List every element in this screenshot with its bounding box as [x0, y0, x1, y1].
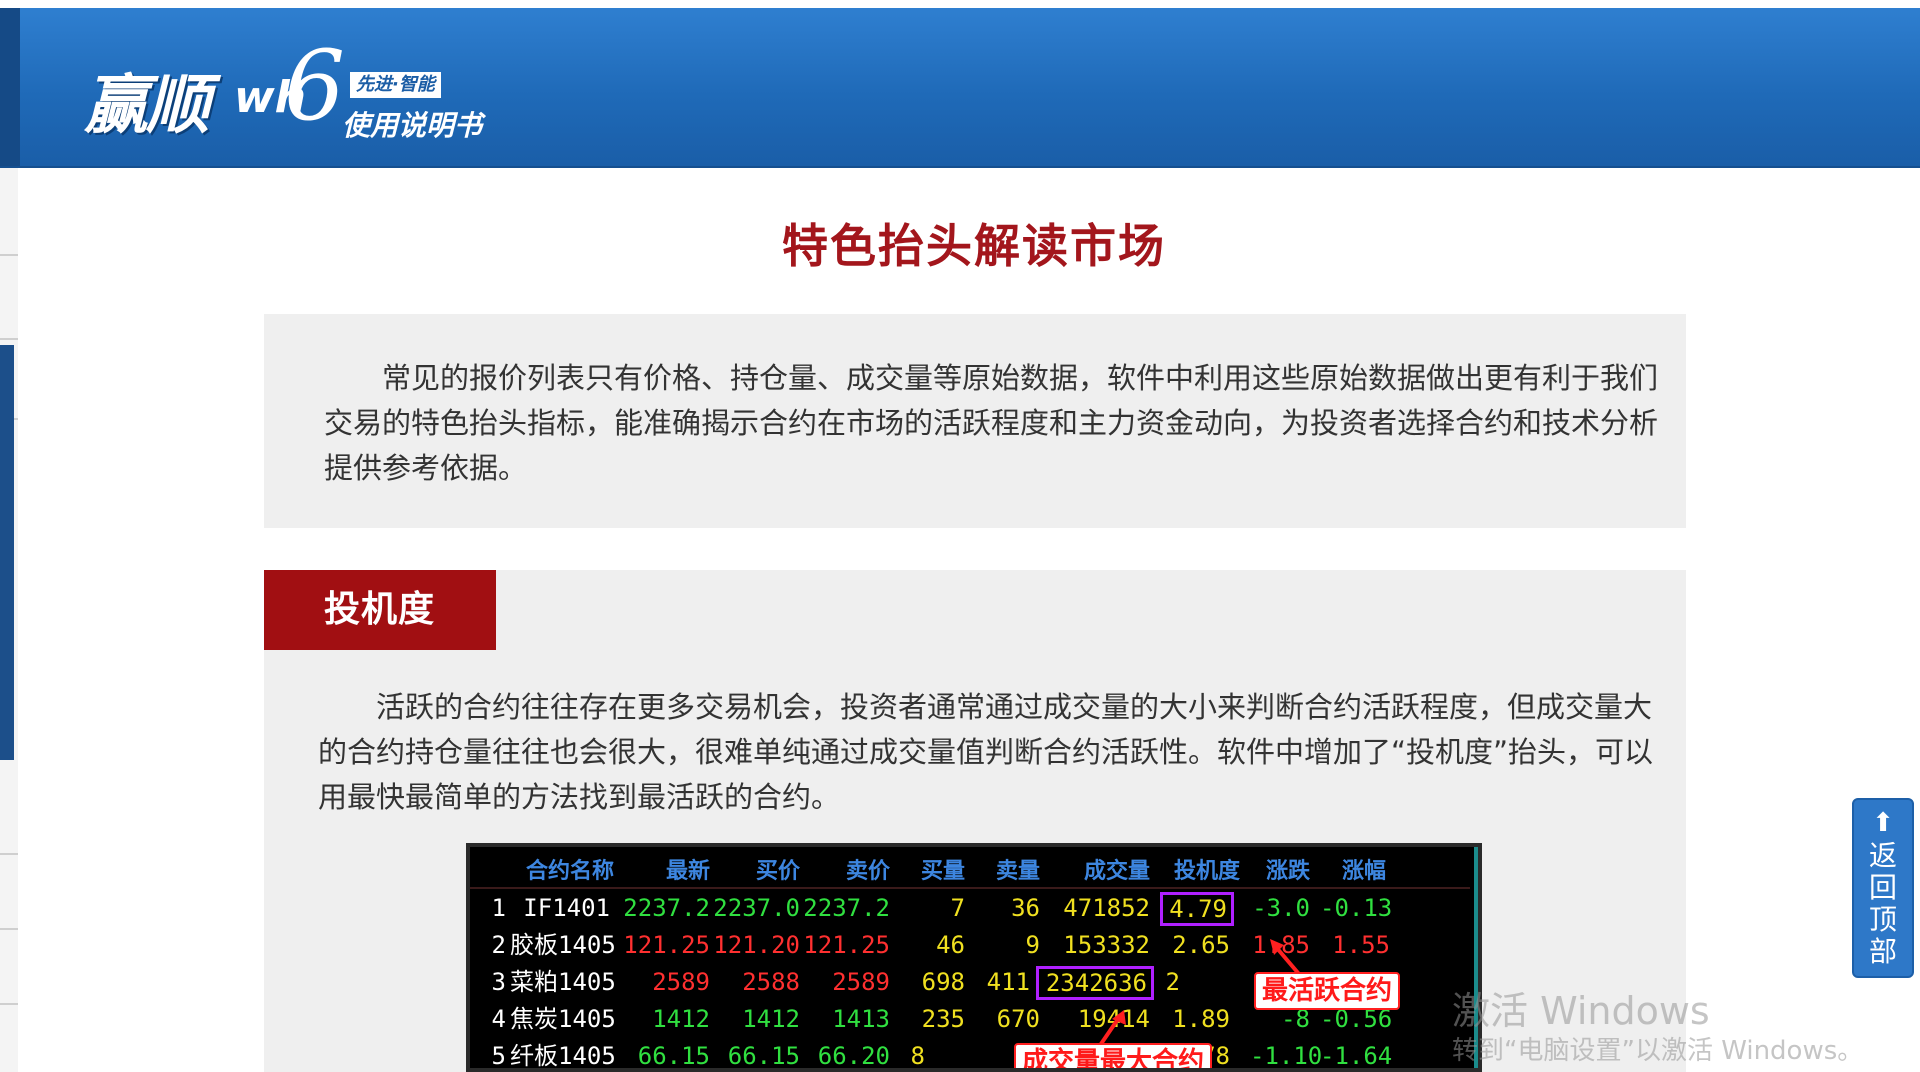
left-divider [0, 853, 18, 855]
section-paragraph: 活跃的合约往往存在更多交易机会，投资者通常通过成交量的大小来判断合约活跃程度，但… [318, 690, 1654, 814]
top-strip [0, 0, 1920, 8]
left-accent-bar[interactable] [0, 345, 14, 760]
windows-activation-watermark: 激活 Windows [1452, 989, 1710, 1033]
page-title: 特色抬头解读市场 [782, 219, 1166, 273]
section-tag-speculation: 投机度 [264, 570, 496, 650]
annotation-arrows [1086, 939, 1312, 1065]
logo-brand-text: 赢顺 [84, 68, 210, 143]
quote-table-image: 合约名称 最新 买价 卖价 买量 卖量 成交量 投机度 涨跌 涨幅 1 IF14… [466, 843, 1482, 1072]
intro-paragraph: 常见的报价列表只有价格、持仓量、成交量等原始数据，软件中利用这些原始数据做出更有… [324, 361, 1659, 485]
left-divider [0, 338, 18, 340]
windows-activation-hint: 转到“电脑设置”以激活 Windows。 [1452, 1036, 1864, 1066]
logo-tagline: 先进·智能 [350, 72, 441, 98]
logo-manual-text: 使用说明书 [342, 109, 483, 142]
page-header: 赢顺 wh 6 先进·智能 使用说明书 [0, 8, 1920, 168]
arrow-up-icon: ⬆ [1872, 808, 1894, 838]
header-left-edge [0, 8, 20, 166]
back-to-top-label: 返回顶部 [1868, 839, 1897, 968]
back-to-top-button[interactable]: ⬆ 返回顶部 [1852, 798, 1914, 978]
logo-six-text: 6 [284, 30, 346, 142]
callout-max-volume: 成交量最大合约 [1014, 1043, 1213, 1068]
left-divider [0, 928, 18, 930]
callout-most-active: 最活跃合约 [1254, 972, 1401, 1010]
left-divider [0, 1003, 18, 1005]
intro-box: 常见的报价列表只有价格、持仓量、成交量等原始数据，软件中利用这些原始数据做出更有… [264, 314, 1686, 528]
